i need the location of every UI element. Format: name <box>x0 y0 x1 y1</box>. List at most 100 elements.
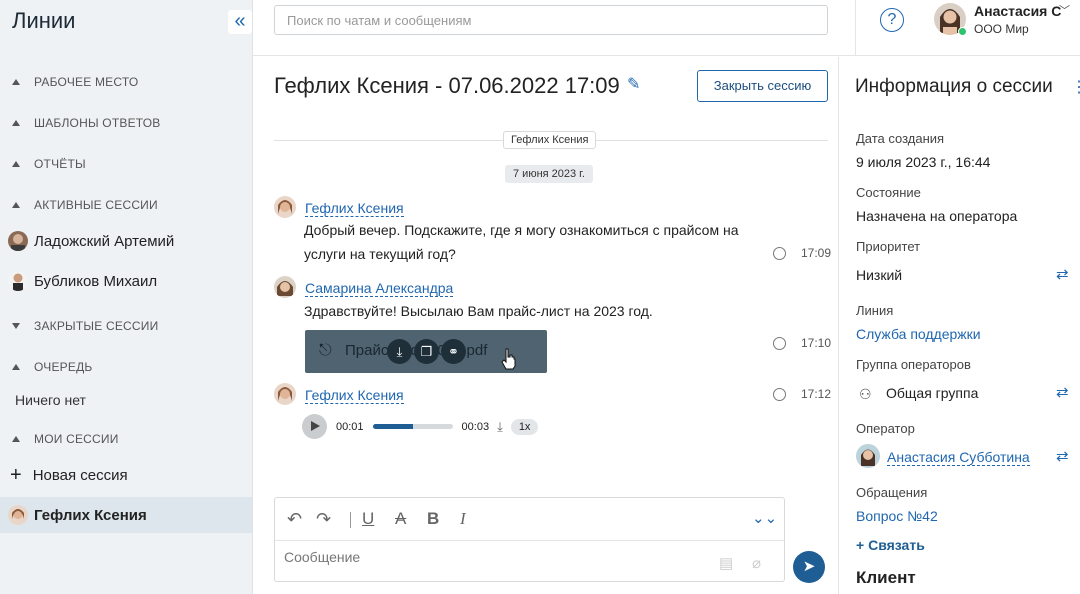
message-author[interactable]: Гефлих Ксения <box>305 387 404 404</box>
section-label: ШАБЛОНЫ ОТВЕТОВ <box>34 116 161 130</box>
change-group-icon[interactable]: ⇄ <box>1056 383 1069 401</box>
state-label: Состояние <box>856 185 921 200</box>
message-author[interactable]: Самарина Александра <box>305 280 454 297</box>
group-value: Общая группа <box>886 385 979 401</box>
triangle-up-icon <box>12 436 20 442</box>
edit-pencil-icon[interactable]: ✎ <box>627 74 640 94</box>
divider-label: Гефлих Ксения <box>503 131 597 149</box>
section-active[interactable]: АКТИВНЫЕ СЕССИИ <box>12 198 158 212</box>
attach-icon[interactable]: ⌀ <box>752 554 761 572</box>
copy-icon[interactable]: ❐ <box>414 339 439 364</box>
sidebar-title: Линии <box>12 8 76 33</box>
section-label: ОЧЕРЕДЬ <box>34 360 93 374</box>
message-time: 17:09 <box>773 246 831 260</box>
audio-current-time: 00:01 <box>336 420 364 433</box>
audio-progress-bar[interactable] <box>372 424 453 429</box>
change-priority-icon[interactable]: ⇄ <box>1056 265 1069 283</box>
close-session-button[interactable]: Закрыть сессию <box>697 70 828 102</box>
template-icon[interactable]: ▤ <box>719 554 733 572</box>
expand-toolbar-icon[interactable]: ⌄⌄ <box>752 509 777 527</box>
redo-icon[interactable]: ↷ <box>316 509 331 530</box>
avatar <box>274 383 296 405</box>
download-icon[interactable]: ⤓ <box>387 339 412 364</box>
sidebar-item-geflikh[interactable]: Гефлих Ксения <box>0 497 252 533</box>
avatar <box>274 196 296 218</box>
send-icon[interactable]: ➤ <box>793 551 825 583</box>
sidebar-item-label: Гефлих Ксения <box>34 506 147 524</box>
sidebar-item-bublikov[interactable]: Бубликов Михаил <box>8 271 157 291</box>
line-label: Линия <box>856 303 894 318</box>
italic-icon[interactable]: I <box>460 509 466 529</box>
state-value: Назначена на оператора <box>856 208 1018 224</box>
section-reports[interactable]: ОТЧЁТЫ <box>12 157 86 171</box>
line-value[interactable]: Служба поддержки <box>856 326 981 342</box>
sidebar-item-ladozhsky[interactable]: Ладожский Артемий <box>8 231 174 251</box>
section-mine[interactable]: МОИ СЕССИИ <box>12 432 119 446</box>
session-info-title: Информация о сессии <box>855 76 1053 97</box>
avatar <box>8 271 28 291</box>
operator-value[interactable]: Анастасия Субботина <box>887 449 1030 466</box>
requests-label: Обращения <box>856 485 928 500</box>
chevron-down-icon[interactable]: ﹀ <box>1059 2 1070 18</box>
triangle-up-icon <box>12 161 20 167</box>
time-label: 17:12 <box>801 387 832 401</box>
divider <box>855 0 856 56</box>
user-name[interactable]: Анастасия С <box>974 3 1061 19</box>
paperclip-icon: ⎋ <box>319 342 332 359</box>
sidebar: Линии « РАБОЧЕЕ МЕСТО ШАБЛОНЫ ОТВЕТОВ ОТ… <box>0 0 253 594</box>
audio-total-time: 00:03 <box>461 420 490 433</box>
bind-button[interactable]: + Связать <box>856 537 925 553</box>
triangle-up-icon <box>12 202 20 208</box>
sidebar-item-label: Бубликов Михаил <box>34 272 158 290</box>
search-input[interactable]: Поиск по чатам и сообщениям <box>274 5 828 35</box>
audio-player: 00:01 00:03 ⤓ 1x <box>302 414 539 439</box>
help-icon[interactable]: ? <box>880 8 904 32</box>
message-composer: ↶ ↷ U A B I ⌄⌄ Сообщение ▤ ⌀ <box>274 497 785 582</box>
message-time: 17:10 <box>773 336 831 350</box>
message-input[interactable]: Сообщение <box>284 549 360 565</box>
hand-cursor-icon <box>501 348 516 370</box>
message-time: 17:12 <box>773 387 831 401</box>
date-label: 7 июня 2023 г. <box>505 165 593 183</box>
client-heading: Клиент <box>856 568 916 587</box>
link-icon[interactable]: ⚭ <box>441 339 466 364</box>
whatsapp-icon <box>773 387 786 401</box>
audio-progress-fill <box>372 424 413 429</box>
section-workplace[interactable]: РАБОЧЕЕ МЕСТО <box>12 75 138 89</box>
sidebar-item-label: Ладожский Артемий <box>34 232 175 250</box>
time-label: 17:09 <box>801 246 832 260</box>
message-text: Здравствуйте! Высылаю Вам прайс-лист на … <box>304 303 653 319</box>
change-operator-icon[interactable]: ⇄ <box>1056 447 1069 465</box>
undo-icon[interactable]: ↶ <box>287 509 302 530</box>
playback-rate-button[interactable]: 1x <box>510 418 539 435</box>
underline-icon[interactable]: U <box>362 509 374 529</box>
triangle-up-icon <box>12 364 20 370</box>
new-session-button[interactable]: + Новая сессия <box>8 465 128 485</box>
operator-label: Оператор <box>856 421 915 436</box>
section-label: РАБОЧЕЕ МЕСТО <box>34 75 139 89</box>
collapse-sidebar-icon[interactable]: « <box>228 10 252 34</box>
bold-icon[interactable]: B <box>427 509 439 529</box>
session-info-panel: Информация о сессии ⋮ Дата создания 9 ию… <box>838 57 1080 594</box>
play-icon[interactable] <box>302 414 327 439</box>
strikethrough-icon[interactable]: A <box>395 509 406 529</box>
section-queue[interactable]: ОЧЕРЕДЬ <box>12 360 92 374</box>
priority-value: Низкий <box>856 267 903 283</box>
formatting-toolbar: ↶ ↷ U A B I ⌄⌄ <box>275 498 784 541</box>
section-closed[interactable]: ЗАКРЫТЫЕ СЕССИИ <box>12 319 158 333</box>
created-label: Дата создания <box>856 131 945 146</box>
time-label: 17:10 <box>801 336 832 350</box>
user-company: ООО Мир <box>974 22 1029 36</box>
avatar <box>856 444 880 468</box>
divider <box>350 512 351 528</box>
message-text: Добрый вечер. Подскажите, где я могу озн… <box>304 222 739 262</box>
file-attachment[interactable]: ⎋ Прайс-лист 2024.pdf ⤓ ❐ ⚭ <box>305 330 547 373</box>
requests-value[interactable]: Вопрос №42 <box>856 508 938 524</box>
message-author[interactable]: Гефлих Ксения <box>305 200 404 217</box>
section-label: МОИ СЕССИИ <box>34 432 119 446</box>
section-label: ОТЧЁТЫ <box>34 157 86 171</box>
section-templates[interactable]: ШАБЛОНЫ ОТВЕТОВ <box>12 116 161 130</box>
download-icon[interactable]: ⤓ <box>497 419 503 435</box>
bind-label: Связать <box>868 537 925 553</box>
more-icon[interactable]: ⋮ <box>1071 77 1080 97</box>
